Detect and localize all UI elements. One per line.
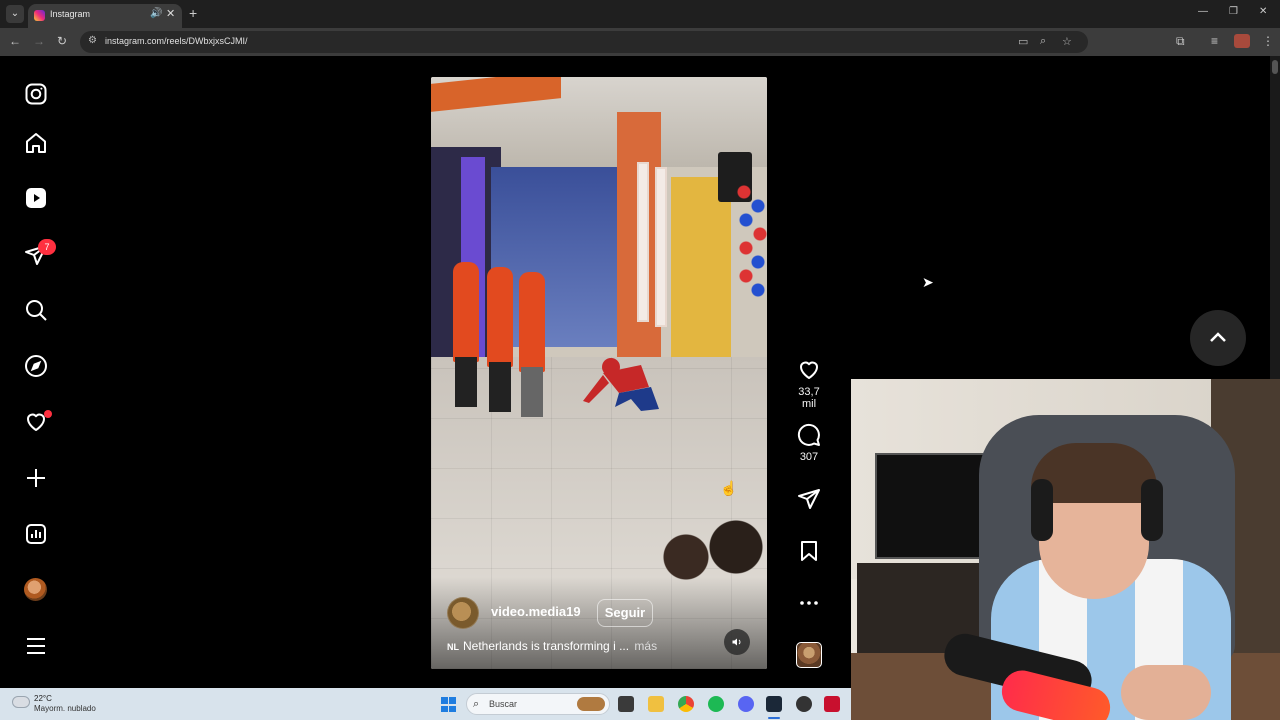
steam-icon[interactable]	[766, 696, 782, 712]
weather-temperature[interactable]: 22°C	[34, 694, 52, 703]
zoom-icon[interactable]: ⌕	[1040, 35, 1046, 48]
like-heart-icon[interactable]	[797, 358, 821, 382]
search-icon: ⌕	[473, 698, 480, 710]
notification-dot	[44, 410, 52, 418]
create-plus-icon[interactable]	[22, 464, 50, 492]
notifications-badge: 7	[38, 239, 56, 255]
restore-button[interactable]: ❐	[1229, 6, 1238, 17]
tab-close-icon[interactable]: ✕	[166, 7, 175, 20]
video-person	[487, 267, 513, 367]
video-balloons	[736, 182, 767, 352]
tab-search-button[interactable]: ⌄	[6, 5, 24, 23]
more-action	[790, 591, 828, 615]
video-person	[453, 262, 479, 362]
address-url: instagram.com/reels/DWbxjxsCJMI/	[105, 36, 248, 46]
save-action	[790, 539, 828, 563]
browser-navbar: ← → ↻ ⚙ instagram.com/reels/DWbxjxsCJMI/…	[0, 28, 1280, 56]
bookmark-star-icon[interactable]: ☆	[1062, 35, 1072, 48]
bookmark-icon[interactable]	[797, 539, 821, 563]
site-info-icon[interactable]: ⚙	[88, 35, 97, 46]
forward-button[interactable]: →	[33, 34, 45, 48]
webcam-overlay	[851, 379, 1280, 720]
media-control-icon[interactable]: ≡	[1211, 34, 1218, 48]
windows-start-icon[interactable]	[441, 697, 456, 712]
close-window-button[interactable]: ✕	[1259, 6, 1267, 17]
spotify-icon[interactable]	[708, 696, 724, 712]
comment-action: 307	[790, 423, 828, 463]
reel-caption[interactable]: NL Netherlands is transforming i ... más	[447, 639, 657, 653]
share-icon[interactable]	[797, 487, 821, 511]
taskbar-search[interactable]: ⌕ Buscar	[466, 693, 610, 715]
comment-count: 307	[799, 451, 819, 463]
browser-menu-icon[interactable]: ⋮	[1262, 34, 1274, 48]
valorant-icon[interactable]	[824, 696, 840, 712]
instagram-logo-icon[interactable]	[22, 80, 50, 108]
file-explorer-icon[interactable]	[648, 696, 664, 712]
like-count: 33,7 mil	[798, 386, 820, 410]
webcam-headset-left	[1031, 479, 1053, 541]
video-yellow-wall	[671, 177, 731, 357]
extensions-icon[interactable]: ⧉	[1176, 34, 1185, 49]
scrollbar-thumb[interactable]	[1272, 60, 1278, 74]
weather-cloud-icon[interactable]	[12, 696, 30, 708]
tab-title: Instagram	[50, 9, 91, 19]
back-button[interactable]: ←	[9, 34, 21, 48]
webcam-headset-right	[1141, 479, 1163, 541]
discord-icon[interactable]	[738, 696, 754, 712]
reload-button[interactable]: ↻	[57, 34, 67, 48]
address-bar[interactable]: ⚙ instagram.com/reels/DWbxjxsCJMI/ ▭ ⌕ ☆	[80, 31, 1088, 53]
reel-video[interactable]: video.media19 Seguir NL Netherlands is tr…	[431, 77, 767, 669]
search-icon[interactable]	[22, 296, 50, 324]
profile-avatar-icon[interactable]	[24, 578, 47, 601]
search-highlight-icon	[577, 697, 605, 711]
task-view-icon[interactable]	[618, 696, 634, 712]
instagram-favicon-icon	[34, 10, 45, 21]
caption-flag: NL	[447, 642, 459, 652]
author-avatar[interactable]	[447, 597, 479, 629]
hand-cursor-icon: ☝	[720, 480, 738, 496]
reels-icon[interactable]	[22, 184, 50, 212]
share-action	[790, 487, 828, 511]
windows-taskbar: 22°C Mayorm. nublado ⌕ Buscar	[0, 688, 851, 720]
video-spiderman	[583, 358, 659, 411]
explore-compass-icon[interactable]	[22, 352, 50, 380]
chrome-icon[interactable]	[678, 696, 694, 712]
new-tab-button[interactable]: +	[189, 5, 197, 21]
audio-thumbnail[interactable]	[796, 642, 822, 668]
browser-tabbar: ⌄ Instagram 🔊 ✕ + — ❐ ✕	[0, 0, 1280, 28]
scroll-up-button[interactable]	[1190, 310, 1246, 366]
mouse-cursor-icon: ➤	[922, 274, 934, 290]
active-app-indicator	[768, 717, 780, 719]
more-dots-icon[interactable]	[797, 591, 821, 615]
browser-tab-instagram[interactable]: Instagram 🔊 ✕	[28, 4, 182, 28]
app-icon[interactable]	[796, 696, 812, 712]
more-menu-icon[interactable]	[22, 632, 50, 660]
weather-description[interactable]: Mayorm. nublado	[34, 704, 96, 713]
cast-icon[interactable]: ▭	[1018, 35, 1028, 48]
profile-avatar[interactable]	[1234, 34, 1250, 48]
mute-toggle-button[interactable]	[724, 629, 750, 655]
minimize-button[interactable]: —	[1198, 6, 1208, 17]
taskbar-search-placeholder: Buscar	[489, 699, 518, 709]
like-action: 33,7 mil	[790, 358, 828, 410]
home-icon[interactable]	[22, 129, 50, 157]
follow-button[interactable]: Seguir	[597, 599, 653, 627]
tab-audio-icon[interactable]: 🔊	[150, 8, 162, 19]
dashboard-icon[interactable]	[22, 520, 50, 548]
instagram-sidebar: 7	[0, 56, 72, 688]
chevron-up-icon	[1210, 332, 1226, 342]
video-person-legs	[521, 367, 543, 417]
webcam-hands	[1121, 665, 1211, 720]
video-window	[655, 167, 667, 327]
comment-icon[interactable]	[797, 423, 821, 447]
video-person-legs	[455, 357, 477, 407]
video-window	[637, 162, 649, 322]
speaker-icon	[732, 638, 741, 646]
reel-author[interactable]: video.media19	[491, 604, 581, 619]
video-person	[519, 272, 545, 372]
caption-more-link[interactable]: más	[634, 639, 657, 653]
video-person-legs	[489, 362, 511, 412]
caption-text: Netherlands is transforming i ...	[463, 639, 630, 653]
